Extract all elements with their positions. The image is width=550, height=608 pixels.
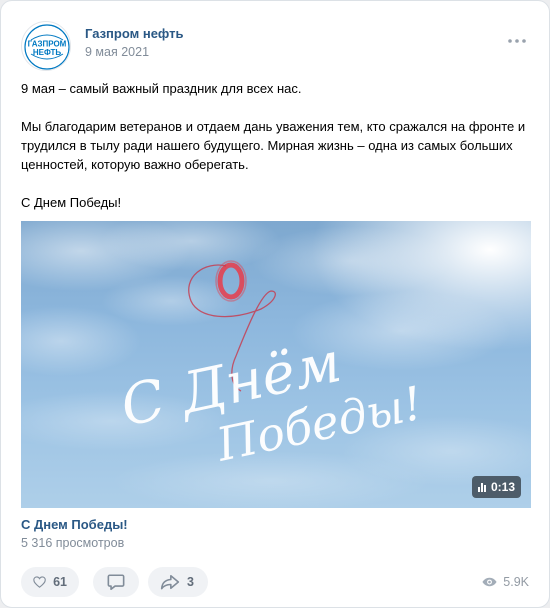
more-options-button[interactable] <box>505 29 529 53</box>
post-actions: 61 3 5.9K <box>21 567 529 597</box>
video-duration: 0:13 <box>490 480 515 494</box>
author-avatar[interactable]: ГАЗПРОМ НЕФТЬ <box>21 21 71 71</box>
views-count: 5.9K <box>503 575 529 589</box>
comment-button[interactable] <box>93 567 139 597</box>
like-count: 61 <box>53 575 67 589</box>
more-dots-icon <box>508 39 526 43</box>
post-card: ГАЗПРОМ НЕФТЬ Газпром нефть 9 мая 2021 9… <box>0 0 550 608</box>
video-views: 5 316 просмотров <box>21 536 125 550</box>
video-player[interactable]: С Днём Победы! 0:13 <box>21 221 531 508</box>
post-header: ГАЗПРОМ НЕФТЬ Газпром нефть 9 мая 2021 <box>21 21 529 71</box>
post-text: 9 мая – самый важный праздник для всех н… <box>21 79 531 212</box>
svg-text:НЕФТЬ: НЕФТЬ <box>33 48 62 57</box>
like-button[interactable]: 61 <box>21 567 79 597</box>
author-name[interactable]: Газпром нефть <box>85 26 183 41</box>
post-paragraph: 9 мая – самый важный праздник для всех н… <box>21 81 302 96</box>
post-date[interactable]: 9 мая 2021 <box>85 45 149 59</box>
comment-icon <box>107 574 125 591</box>
share-arrow-icon <box>160 574 180 590</box>
heart-icon <box>33 576 46 588</box>
video-title[interactable]: С Днем Победы! <box>21 517 128 532</box>
post-views: 5.9K <box>482 567 529 597</box>
share-button[interactable]: 3 <box>148 567 208 597</box>
post-paragraph: С Днем Победы! <box>21 195 122 210</box>
post-paragraph: Мы благодарим ветеранов и отдаем дань ув… <box>21 119 526 172</box>
gazprom-neft-logo-icon: ГАЗПРОМ НЕФТЬ <box>24 24 70 70</box>
eye-icon <box>482 577 497 587</box>
video-thumbnail: С Днём Победы! <box>21 221 531 508</box>
video-stats-icon <box>477 482 486 492</box>
share-count: 3 <box>187 575 194 589</box>
video-duration-badge: 0:13 <box>471 476 521 498</box>
